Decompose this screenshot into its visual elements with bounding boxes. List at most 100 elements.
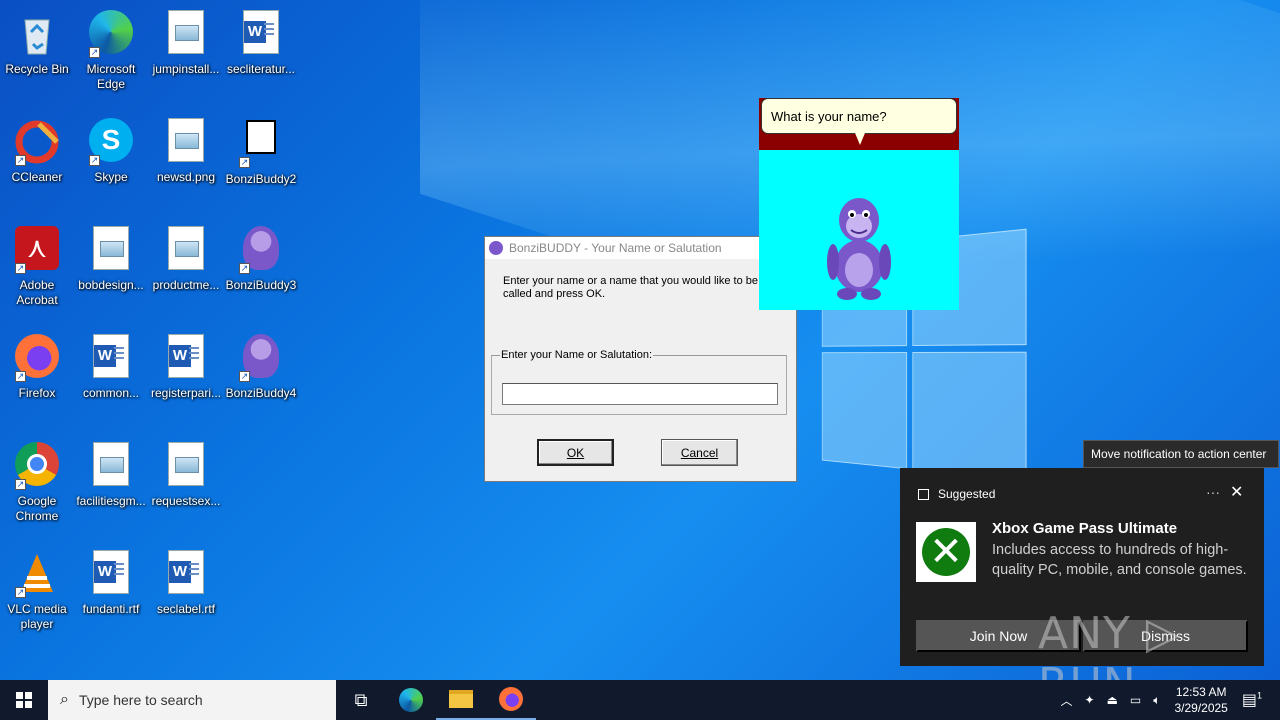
action-center-icon[interactable]: ▤1 xyxy=(1242,690,1262,710)
desktop-icon-label: VLC media player xyxy=(7,602,67,631)
chrome-icon: ↗ xyxy=(13,442,61,490)
desktop-icon-common[interactable]: W common... xyxy=(74,330,148,401)
desktop-icon-label: bobdesign... xyxy=(78,278,144,292)
network-icon[interactable]: ▭ xyxy=(1130,693,1141,707)
vlc-icon: ↗ xyxy=(13,550,61,598)
desktop-icon-requestsex[interactable]: requestsex... xyxy=(149,438,223,509)
search-icon: ⌕ xyxy=(60,691,69,708)
desktop-icon-secliteratur[interactable]: W secliteratur... xyxy=(224,6,298,77)
bonzi-stage xyxy=(759,150,959,310)
bonzi-character-window: What is your name? xyxy=(759,98,959,310)
desktop-icon-label: fundanti.rtf xyxy=(82,602,140,616)
desktop-icon-label: BonziBuddy2 xyxy=(225,172,297,186)
image-file-icon xyxy=(87,442,135,490)
image-file-icon xyxy=(162,442,210,490)
desktop-icon-ccleaner[interactable]: ↗ CCleaner xyxy=(0,114,74,185)
word-doc-icon: W xyxy=(87,334,135,382)
usb-tray-icon[interactable]: ⏏ xyxy=(1107,693,1118,707)
recycle-bin-icon xyxy=(13,10,61,58)
volume-icon[interactable]: 🔈︎ xyxy=(1153,693,1160,708)
edge-icon xyxy=(399,688,423,712)
bonzibuddy-icon: ↗ xyxy=(237,334,285,382)
desktop-icon-bonzibuddy4[interactable]: ↗ BonziBuddy4 xyxy=(224,330,298,401)
toast-body: Includes access to hundreds of high-qual… xyxy=(992,542,1247,578)
bonzi-speech-bubble: What is your name? xyxy=(761,98,957,134)
search-placeholder: Type here to search xyxy=(78,692,203,708)
ok-button[interactable]: OK xyxy=(537,439,614,466)
desktop-icon-microsoft-edge[interactable]: ↗ Microsoft Edge xyxy=(74,6,148,92)
name-input[interactable] xyxy=(502,383,778,405)
clock-date: 3/29/2025 xyxy=(1174,701,1228,715)
bonzi-title-icon xyxy=(489,241,503,255)
dialog-message: Enter your name or a name that you would… xyxy=(503,275,758,300)
desktop-icon-label: productme... xyxy=(152,278,220,292)
image-file-icon xyxy=(87,226,135,274)
more-options-icon[interactable]: ··· xyxy=(1206,484,1220,500)
bonzi-tray-icon[interactable]: ✦ xyxy=(1085,693,1095,707)
desktop-icon-registerpari[interactable]: W registerpari... xyxy=(149,330,223,401)
desktop-icon-firefox[interactable]: ↗ Firefox xyxy=(0,330,74,401)
word-doc-icon: W xyxy=(162,550,210,598)
desktop-icon-label: registerpari... xyxy=(150,386,222,400)
suggested-icon xyxy=(918,488,929,500)
edge-icon: ↗ xyxy=(87,10,135,58)
taskbar-firefox-button[interactable] xyxy=(486,680,536,720)
desktop-icon-label: requestsex... xyxy=(151,494,221,508)
desktop-icon-recycle-bin[interactable]: Recycle Bin xyxy=(0,6,74,77)
xbox-logo-icon: ✕ xyxy=(916,522,976,582)
desktop-icon-newsd[interactable]: newsd.png xyxy=(149,114,223,185)
desktop-icon-label: facilitiesgm... xyxy=(76,494,146,508)
desktop-icon-jumpinstall[interactable]: jumpinstall... xyxy=(149,6,223,77)
clock-time: 12:53 AM xyxy=(1175,685,1227,699)
close-icon[interactable]: ✕ xyxy=(1230,482,1243,502)
toast-title: Xbox Game Pass Ultimate xyxy=(992,520,1178,537)
image-file-icon xyxy=(162,118,210,166)
show-hidden-icons-chevron-icon[interactable]: ︿ xyxy=(1061,692,1073,709)
firefox-icon: ↗ xyxy=(13,334,61,382)
bonzi-name-dialog: BonziBUDDY - Your Name or Salutation Ent… xyxy=(484,236,797,482)
system-tray: ︿ ✦ ⏏ ▭ 🔈︎ 12:53 AM 3/29/2025 ▤1 xyxy=(1055,680,1280,720)
bonzibuddy-icon: ↗ xyxy=(237,120,285,168)
desktop-icon-adobe-acrobat[interactable]: ⋏ ↗ Adobe Acrobat xyxy=(0,222,74,308)
taskbar: ⌕ Type here to search ⧉ ︿ ✦ ⏏ ▭ 🔈︎ 12:53… xyxy=(0,680,1280,720)
taskbar-edge-button[interactable] xyxy=(386,680,436,720)
acrobat-icon: ⋏ ↗ xyxy=(13,226,61,274)
bonzibuddy-icon: ↗ xyxy=(237,226,285,274)
desktop-icon-fundanti[interactable]: W fundanti.rtf xyxy=(74,546,148,617)
cancel-button[interactable]: Cancel xyxy=(661,439,738,466)
name-group: Enter your Name or Salutation: xyxy=(491,349,787,415)
dialog-title: BonziBUDDY - Your Name or Salutation xyxy=(509,241,722,255)
desktop-icon-seclabel[interactable]: W seclabel.rtf xyxy=(149,546,223,617)
desktop-icon-label: jumpinstall... xyxy=(152,62,220,76)
toast-header-label: Suggested xyxy=(938,487,996,501)
desktop-icon-productme[interactable]: productme... xyxy=(149,222,223,293)
desktop-icon-bonzibuddy3[interactable]: ↗ BonziBuddy3 xyxy=(224,222,298,293)
dialog-titlebar[interactable]: BonziBUDDY - Your Name or Salutation xyxy=(485,237,796,259)
desktop-icon-label: Firefox xyxy=(18,386,56,400)
desktop-icon-bobdesign[interactable]: bobdesign... xyxy=(74,222,148,293)
desktop-icon-skype[interactable]: S ↗ Skype xyxy=(74,114,148,185)
start-button[interactable] xyxy=(0,680,48,720)
bonzi-gorilla-character[interactable] xyxy=(819,190,899,302)
image-file-icon xyxy=(162,226,210,274)
ccleaner-icon: ↗ xyxy=(13,118,61,166)
taskbar-clock[interactable]: 12:53 AM 3/29/2025 xyxy=(1174,684,1227,716)
taskbar-search-box[interactable]: ⌕ Type here to search xyxy=(48,680,336,720)
desktop-icon-facilitiesgm[interactable]: facilitiesgm... xyxy=(74,438,148,509)
desktop-icon-label: BonziBuddy4 xyxy=(225,386,297,400)
speech-bubble-tail xyxy=(855,133,865,145)
move-to-action-center-tooltip: Move notification to action center xyxy=(1083,440,1279,468)
task-view-icon: ⧉ xyxy=(354,689,368,710)
desktop-icon-label: Skype xyxy=(94,170,128,184)
desktop-icon-label: Recycle Bin xyxy=(5,62,69,76)
firefox-icon xyxy=(499,687,523,711)
name-group-label: Enter your Name or Salutation: xyxy=(501,349,653,361)
skype-icon: S ↗ xyxy=(87,118,135,166)
taskbar-file-explorer-button[interactable] xyxy=(436,680,486,720)
desktop-icon-vlc[interactable]: ↗ VLC media player xyxy=(0,546,74,632)
task-view-button[interactable]: ⧉ xyxy=(336,680,386,720)
image-file-icon xyxy=(162,10,210,58)
desktop-icon-google-chrome[interactable]: ↗ Google Chrome xyxy=(0,438,74,524)
desktop-icon-bonzibuddy2[interactable]: ↗ BonziBuddy2 xyxy=(224,114,298,187)
desktop-icon-label: BonziBuddy3 xyxy=(225,278,297,292)
